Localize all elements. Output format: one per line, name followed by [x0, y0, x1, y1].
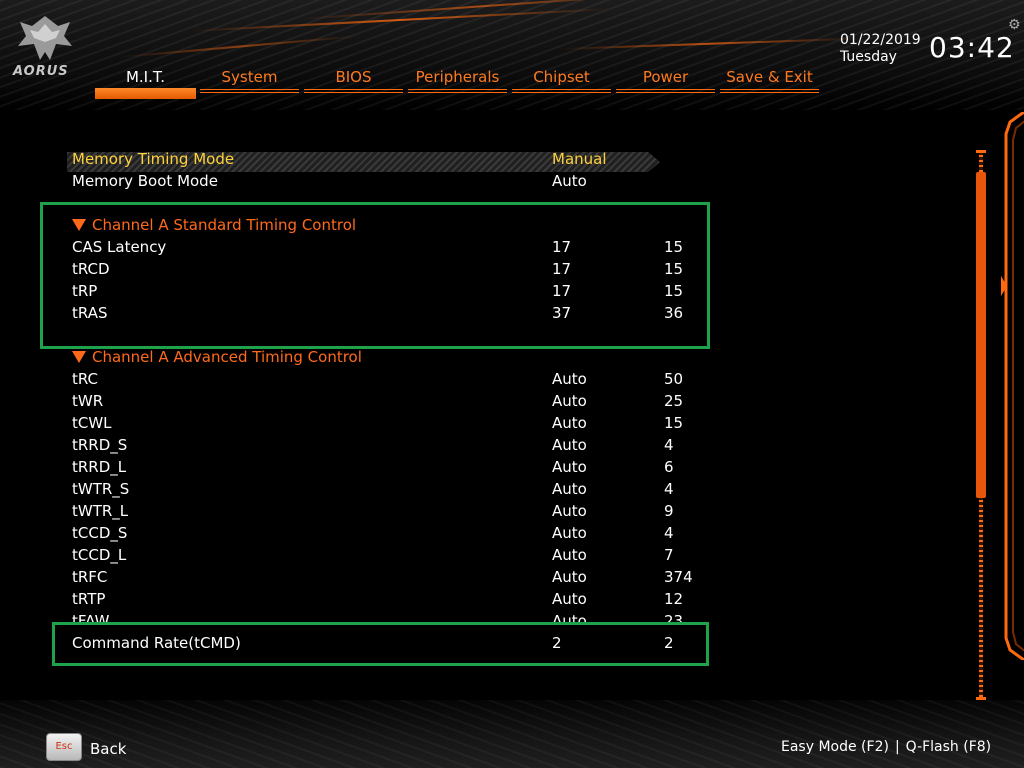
setting-label: Memory Timing Mode	[72, 150, 235, 168]
timing-current-value: 25	[664, 392, 684, 410]
scrollbar[interactable]	[976, 150, 986, 700]
timing-row[interactable]: tRRD_L Auto 6	[72, 456, 702, 478]
timing-set-value: Auto	[552, 480, 587, 498]
timing-label: tCWL	[72, 414, 112, 432]
gear-icon[interactable]: ⚙	[1008, 18, 1022, 32]
timing-current-value: 12	[664, 590, 684, 608]
timing-row[interactable]: tCCD_L Auto 7	[72, 544, 702, 566]
timing-current-value: 15	[664, 414, 684, 432]
collapse-triangle-icon	[72, 351, 86, 363]
timing-set-value: Auto	[552, 436, 587, 454]
timing-current-value: 374	[664, 568, 693, 586]
timing-row[interactable]: tWTR_L Auto 9	[72, 500, 702, 522]
esc-key-icon[interactable]: Esc	[46, 733, 82, 761]
timing-set-value: Auto	[552, 414, 587, 432]
timing-current-value: 4	[664, 480, 674, 498]
standard-timing-highlight-box	[40, 202, 710, 349]
timing-row[interactable]: tCWL Auto 15	[72, 412, 702, 434]
date-text: 01/22/2019	[840, 32, 921, 48]
timing-current-value: 7	[664, 546, 674, 564]
setting-label: Memory Boot Mode	[72, 172, 218, 190]
timing-label: tWTR_S	[72, 480, 130, 498]
timing-row[interactable]: tCCD_S Auto 4	[72, 522, 702, 544]
timing-label: tFAW	[72, 612, 110, 622]
setting-value: Manual	[552, 150, 607, 168]
memory-boot-mode-row[interactable]: Memory Boot Mode Auto	[72, 170, 702, 192]
timing-row[interactable]: tRRD_S Auto 4	[72, 434, 702, 456]
timing-set-value: Auto	[552, 392, 587, 410]
timing-row[interactable]: tWR Auto 25	[72, 390, 702, 412]
timing-row[interactable]: tRC Auto 50	[72, 368, 702, 390]
timing-label: tWTR_L	[72, 502, 129, 520]
tab-label: System	[221, 68, 278, 86]
timing-row[interactable]: tWTR_S Auto 4	[72, 478, 702, 500]
timing-set-value: Auto	[552, 458, 587, 476]
tab-bios[interactable]: BIOS	[304, 68, 403, 102]
tab-mit[interactable]: M.I.T.	[95, 68, 196, 102]
timing-label: tCCD_L	[72, 546, 127, 564]
tab-label: Power	[642, 68, 689, 86]
tab-system[interactable]: System	[200, 68, 299, 102]
timing-label: tWR	[72, 392, 104, 410]
timing-set-value: Auto	[552, 524, 587, 542]
command-rate-highlight-box	[52, 622, 709, 666]
tab-label: Peripherals	[415, 68, 500, 86]
footer-bar	[0, 700, 1024, 768]
scrollbar-thumb[interactable]	[976, 172, 986, 498]
tab-chipset[interactable]: Chipset	[512, 68, 611, 102]
timing-row[interactable]: tRFC Auto 374	[72, 566, 702, 588]
timing-label: tRFC	[72, 568, 108, 586]
timing-label: tRRD_S	[72, 436, 128, 454]
weekday-text: Tuesday	[840, 49, 897, 65]
tab-save-exit[interactable]: Save & Exit	[720, 68, 819, 102]
timing-current-value: 9	[664, 502, 674, 520]
footer-shortcuts: Easy Mode (F2) | Q-Flash (F8)	[781, 739, 991, 755]
timing-set-value: Auto	[552, 612, 587, 622]
timing-label: tRTP	[72, 590, 106, 608]
timing-row[interactable]: tRTP Auto 12	[72, 588, 702, 610]
qflash-button[interactable]: Q-Flash (F8)	[906, 739, 991, 755]
timing-set-value: Auto	[552, 568, 587, 586]
timing-current-value: 50	[664, 370, 684, 388]
section-title: Channel A Advanced Timing Control	[92, 348, 362, 366]
timing-current-value: 4	[664, 524, 674, 542]
scrollbar-top-cap	[976, 150, 986, 153]
memory-timing-mode-row[interactable]: Memory Timing Mode Manual	[72, 148, 702, 170]
timing-label: tRRD_L	[72, 458, 127, 476]
timing-set-value: Auto	[552, 502, 587, 520]
back-button[interactable]: Back	[90, 740, 126, 758]
footer-separator: |	[894, 739, 900, 755]
advanced-timing-section-header[interactable]: Channel A Advanced Timing Control	[72, 346, 702, 368]
brand-name: AORUS	[13, 64, 69, 79]
tab-label: Chipset	[533, 68, 590, 86]
timing-row-partially-hidden[interactable]: tFAW Auto 23	[72, 610, 702, 622]
date-display: 01/22/2019 Tuesday	[840, 32, 921, 66]
tab-label: Save & Exit	[726, 68, 813, 86]
easy-mode-button[interactable]: Easy Mode (F2)	[781, 739, 889, 755]
tab-label: BIOS	[335, 68, 372, 86]
tab-peripherals[interactable]: Peripherals	[408, 68, 507, 102]
tab-label: M.I.T.	[125, 68, 166, 86]
timing-current-value: 6	[664, 458, 674, 476]
timing-label: tRC	[72, 370, 99, 388]
timing-set-value: Auto	[552, 546, 587, 564]
setting-value: Auto	[552, 172, 587, 190]
side-panel-handle[interactable]	[996, 112, 1024, 660]
timing-current-value: 23	[664, 612, 684, 622]
timing-set-value: Auto	[552, 370, 587, 388]
timing-label: tCCD_S	[72, 524, 128, 542]
timing-current-value: 4	[664, 436, 674, 454]
clock-display: 03:42	[929, 31, 1015, 64]
timing-set-value: Auto	[552, 590, 587, 608]
tab-power[interactable]: Power	[616, 68, 715, 102]
